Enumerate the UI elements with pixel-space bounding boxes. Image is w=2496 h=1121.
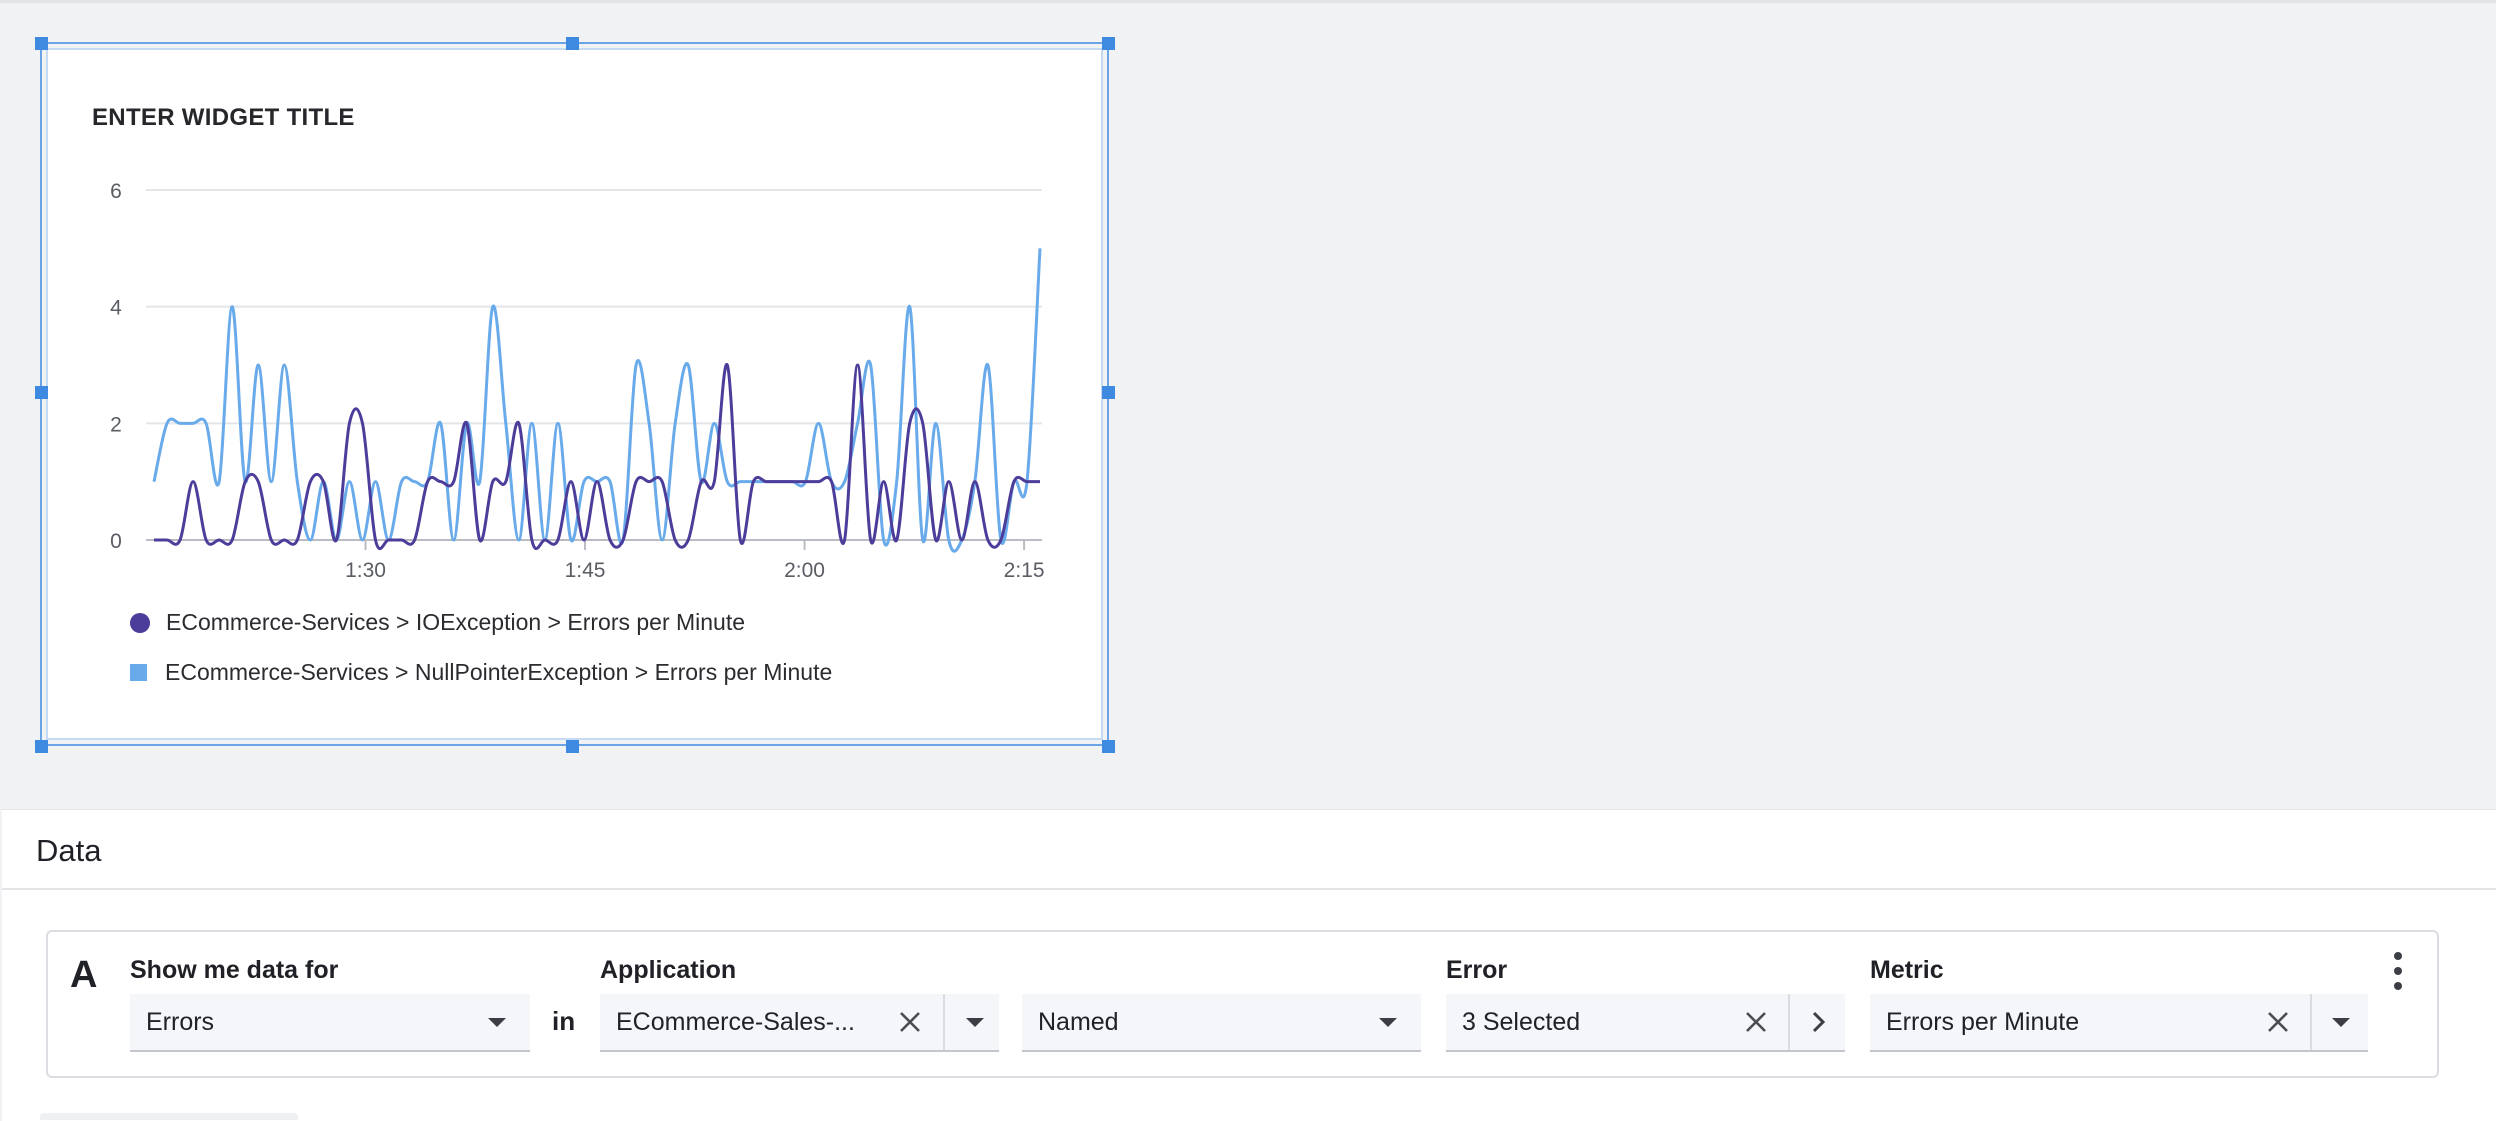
resize-handle-top[interactable] [566,37,579,50]
y-tick-label: 4 [110,297,122,320]
x-tick-label: 2:15 [1004,559,1045,582]
field-divider [1788,994,1790,1050]
data-type-value: Errors [146,1008,215,1036]
close-icon[interactable] [896,1008,924,1036]
legend-item-nullpointerexception[interactable]: ECommerce-Services > NullPointerExceptio… [130,659,832,686]
resize-handle-left[interactable] [35,386,48,399]
legend-square-icon [130,664,147,681]
metric-value: Errors per Minute [1886,1008,2080,1036]
application-scope-select[interactable]: Named [1022,994,1421,1052]
chevron-down-icon [488,1018,506,1027]
resize-handle-top-left[interactable] [35,37,48,50]
application-scope-value: Named [1038,1008,1119,1036]
y-tick-label: 2 [110,413,122,436]
metric-label: Metric [1870,956,1944,984]
x-tick-label: 1:30 [345,559,386,582]
chevron-down-icon [1379,1018,1397,1027]
legend-item-ioexception[interactable]: ECommerce-Services > IOException > Error… [130,609,745,636]
y-tick-label: 0 [110,530,122,553]
resize-handle-bottom-right[interactable] [1102,740,1115,753]
data-panel: Data A Show me data for Errors in Applic… [2,809,2496,1121]
error-value: 3 Selected [1462,1008,1581,1036]
widget-title[interactable]: ENTER WIDGET TITLE [92,104,355,132]
error-select[interactable]: 3 Selected [1446,994,1845,1052]
application-value: ECommerce-Sales-... [616,1008,855,1036]
data-panel-title: Data [36,833,102,868]
application-select[interactable]: ECommerce-Sales-... [600,994,999,1052]
legend-label: ECommerce-Services > IOException > Error… [166,609,746,635]
x-tick-label: 2:00 [784,559,825,582]
chevron-down-icon[interactable] [966,1018,984,1027]
resize-handle-bottom-left[interactable] [35,740,48,753]
legend-label: ECommerce-Services > NullPointerExceptio… [165,659,833,685]
error-label: Error [1446,956,1508,984]
x-tick-label: 1:45 [565,559,606,582]
line-chart: 0 2 4 6 1:30 1:45 2:00 2:15 [110,180,1045,582]
in-label: in [552,1006,576,1036]
data-panel-header: Data [2,810,2496,890]
more-options-icon[interactable] [2392,952,2404,992]
legend-circle-icon [130,612,150,633]
add-query-button[interactable] [40,1113,298,1120]
y-tick-label: 6 [110,180,122,203]
show-me-data-label: Show me data for [130,956,339,984]
field-divider [2310,994,2312,1050]
query-row-a: A Show me data for Errors in Application… [46,930,2439,1078]
series-line-nullpointerexception[interactable] [152,248,1042,553]
series-line-ioexception[interactable] [153,363,1040,551]
resize-handle-right[interactable] [1102,386,1115,399]
metric-select[interactable]: Errors per Minute [1870,994,2368,1052]
close-icon[interactable] [1742,1008,1770,1036]
resize-handle-bottom[interactable] [566,740,579,753]
chevron-down-icon[interactable] [2332,1018,2350,1027]
field-divider [943,994,945,1050]
chevron-right-icon[interactable] [1804,1008,1832,1036]
resize-handle-top-right[interactable] [1102,37,1115,50]
application-label: Application [600,956,737,984]
close-icon[interactable] [2264,1008,2292,1036]
data-type-select[interactable]: Errors [130,994,530,1052]
query-letter: A [70,954,98,996]
top-border [0,0,2496,3]
